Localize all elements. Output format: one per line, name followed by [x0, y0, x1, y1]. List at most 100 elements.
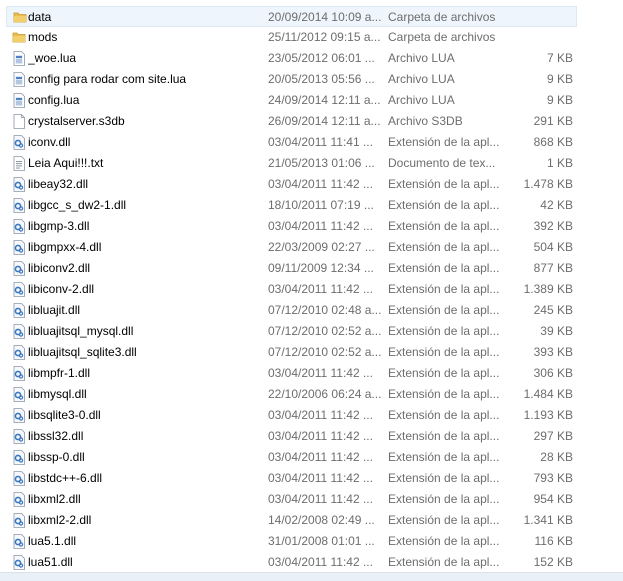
dll-file-icon: [12, 426, 26, 447]
file-row[interactable]: data 20/09/2014 10:09 a... Carpeta de arch…: [6, 6, 577, 27]
file-name: lua51.dll: [28, 555, 73, 569]
file-size: 1.193 KB: [523, 408, 573, 422]
file-name: _woe.lua: [28, 51, 77, 65]
file-type: Extensión de la apl...: [388, 303, 500, 317]
file-row[interactable]: crystalserver.s3db 26/09/2014 12:11 a... A…: [0, 111, 623, 132]
dll-file-icon: [12, 237, 26, 258]
file-row[interactable]: libgmpxx-4.dll 22/03/2009 02:27 ... Extens…: [0, 237, 623, 258]
file-row[interactable]: libmpfr-1.dll 03/04/2011 11:42 ... Extensi…: [0, 363, 623, 384]
file-size: 297 KB: [533, 429, 573, 443]
file-size: 245 KB: [533, 303, 573, 317]
file-type: Extensión de la apl...: [388, 366, 500, 380]
file-size: 393 KB: [533, 345, 573, 359]
file-size: 39 KB: [540, 324, 573, 338]
file-row[interactable]: libssl32.dll 03/04/2011 11:42 ... Extensió…: [0, 426, 623, 447]
file-size: 877 KB: [533, 261, 573, 275]
file-name: libeay32.dll: [28, 177, 89, 191]
file-row[interactable]: libluajitsql_sqlite3.dll 07/12/2010 02:52…: [0, 342, 623, 363]
file-type: Carpeta de archivos: [388, 10, 496, 24]
file-date-modified: 07/12/2010 02:52 a...: [268, 345, 382, 359]
dll-file-icon: [12, 321, 26, 342]
file-size: 42 KB: [540, 198, 573, 212]
file-date-modified: 25/11/2012 09:15 a...: [268, 30, 381, 44]
dll-file-icon: [12, 552, 26, 573]
file-row[interactable]: libxml2-2.dll 14/02/2008 02:49 ... Extensi…: [0, 510, 623, 531]
file-row[interactable]: libluajitsql_mysql.dll 07/12/2010 02:52 a…: [0, 321, 623, 342]
file-row[interactable]: libeay32.dll 03/04/2011 11:42 ... Extensió…: [0, 174, 623, 195]
file-date-modified: 03/04/2011 11:42 ...: [268, 471, 373, 485]
file-row[interactable]: lua5.1.dll 31/01/2008 01:01 ... Extensión …: [0, 531, 623, 552]
file-row[interactable]: libstdc++-6.dll 03/04/2011 11:42 ... Exten…: [0, 468, 623, 489]
dll-file-icon: [12, 279, 26, 300]
file-date-modified: 03/04/2011 11:41 ...: [268, 135, 373, 149]
dll-file-icon: [12, 447, 26, 468]
file-name: libgcc_s_dw2-1.dll: [28, 198, 127, 212]
file-list: data 20/09/2014 10:09 a... Carpeta de arch…: [0, 6, 623, 573]
file-row[interactable]: libgmp-3.dll 03/04/2011 11:42 ... Extensió…: [0, 216, 623, 237]
file-row[interactable]: config para rodar com site.lua 20/05/2013…: [0, 69, 623, 90]
file-date-modified: 03/04/2011 11:42 ...: [268, 408, 373, 422]
file-row[interactable]: libssp-0.dll 03/04/2011 11:42 ... Extensió…: [0, 447, 623, 468]
file-size: 1.341 KB: [523, 513, 573, 527]
file-name: libiconv-2.dll: [28, 282, 95, 296]
file-date-modified: 26/09/2014 12:11 a...: [268, 114, 381, 128]
file-row[interactable]: config.lua 24/09/2014 12:11 a... Archivo L…: [0, 90, 623, 111]
file-name: lua5.1.dll: [28, 534, 77, 548]
file-row[interactable]: lua51.dll 03/04/2011 11:42 ... Extensión d…: [0, 552, 623, 573]
file-size: 868 KB: [533, 135, 573, 149]
file-row[interactable]: mods 25/11/2012 09:15 a... Carpeta de arch…: [0, 27, 623, 48]
file-name: libstdc++-6.dll: [28, 471, 103, 485]
lua-file-icon: [12, 48, 26, 69]
file-date-modified: 21/05/2013 01:06 ...: [268, 156, 375, 170]
file-type: Extensión de la apl...: [388, 387, 500, 401]
file-date-modified: 20/09/2014 10:09 a...: [268, 10, 382, 24]
file-row[interactable]: libgcc_s_dw2-1.dll 18/10/2011 07:19 ... Ex…: [0, 195, 623, 216]
file-row[interactable]: libluajit.dll 07/12/2010 02:48 a... Extens…: [0, 300, 623, 321]
file-row[interactable]: libsqlite3-0.dll 03/04/2011 11:42 ... Exte…: [0, 405, 623, 426]
file-type: Archivo S3DB: [388, 114, 463, 128]
file-date-modified: 03/04/2011 11:42 ...: [268, 450, 373, 464]
file-name: libgmpxx-4.dll: [28, 240, 102, 254]
file-row[interactable]: libmysql.dll 22/10/2006 06:24 a... Extensi…: [0, 384, 623, 405]
file-name: config.lua: [28, 93, 80, 107]
file-row[interactable]: _woe.lua 23/05/2012 06:01 ... Archivo LUA 7…: [0, 48, 623, 69]
file-row[interactable]: libxml2.dll 03/04/2011 11:42 ... Extensión…: [0, 489, 623, 510]
dll-file-icon: [12, 510, 26, 531]
file-size: 116 KB: [534, 534, 573, 548]
file-row[interactable]: iconv.dll 03/04/2011 11:41 ... Extensión d…: [0, 132, 623, 153]
file-row[interactable]: libiconv2.dll 09/11/2009 12:34 ... Extensi…: [0, 258, 623, 279]
file-date-modified: 07/12/2010 02:48 a...: [268, 303, 382, 317]
file-size: 7 KB: [546, 51, 573, 65]
file-type: Extensión de la apl...: [388, 471, 500, 485]
file-type: Extensión de la apl...: [388, 555, 500, 569]
text-file-icon: [12, 153, 26, 174]
file-size: 1.478 KB: [523, 177, 573, 191]
file-type: Extensión de la apl...: [388, 240, 500, 254]
file-date-modified: 03/04/2011 11:42 ...: [268, 492, 373, 506]
file-type: Extensión de la apl...: [388, 492, 500, 506]
file-row[interactable]: Leia Aqui!!!.txt 21/05/2013 01:06 ... Docu…: [0, 153, 623, 174]
file-name: libiconv2.dll: [28, 261, 91, 275]
file-date-modified: 03/04/2011 11:42 ...: [268, 555, 373, 569]
file-name: libxml2.dll: [28, 492, 81, 506]
file-date-modified: 03/04/2011 11:42 ...: [268, 282, 373, 296]
file-type: Extensión de la apl...: [388, 219, 500, 233]
file-type: Carpeta de archivos: [388, 30, 496, 44]
file-date-modified: 03/04/2011 11:42 ...: [268, 366, 373, 380]
file-date-modified: 24/09/2014 12:11 a...: [268, 93, 381, 107]
file-type: Extensión de la apl...: [388, 534, 500, 548]
file-date-modified: 22/03/2009 02:27 ...: [268, 240, 375, 254]
file-type: Extensión de la apl...: [388, 408, 500, 422]
file-date-modified: 22/10/2006 06:24 a...: [268, 387, 382, 401]
file-row[interactable]: libiconv-2.dll 03/04/2011 11:42 ... Extens…: [0, 279, 623, 300]
folder-icon: [12, 27, 26, 48]
file-name: libgmp-3.dll: [28, 219, 90, 233]
file-name: libxml2-2.dll: [28, 513, 92, 527]
file-type: Extensión de la apl...: [388, 261, 500, 275]
file-type: Extensión de la apl...: [388, 429, 500, 443]
dll-file-icon: [12, 300, 26, 321]
file-name: libssp-0.dll: [28, 450, 85, 464]
file-type: Extensión de la apl...: [388, 324, 500, 338]
lua-file-icon: [12, 69, 26, 90]
file-size: 1.389 KB: [523, 282, 573, 296]
